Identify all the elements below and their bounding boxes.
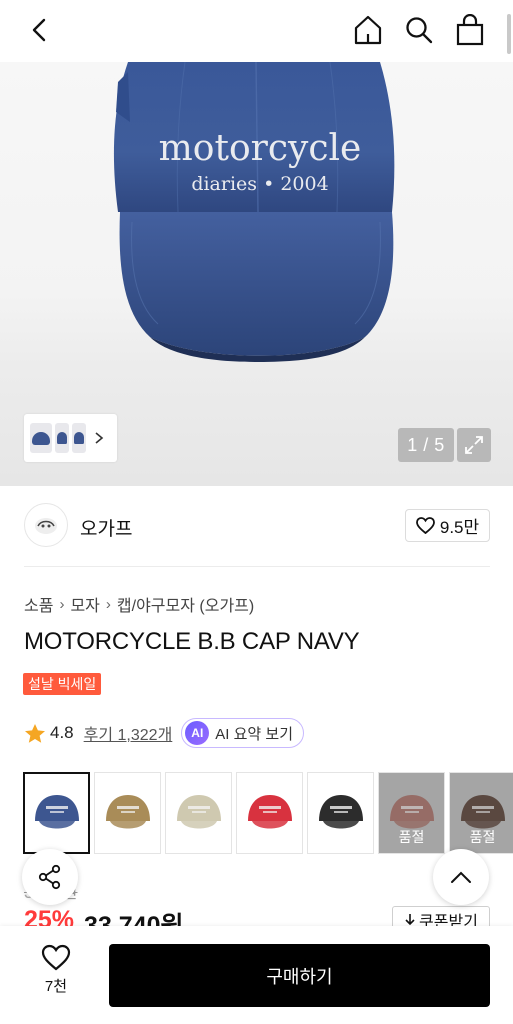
thumbnail-1[interactable]	[30, 423, 52, 453]
home-icon	[354, 15, 382, 45]
expand-icon	[465, 436, 483, 454]
expand-image-button[interactable]	[457, 428, 491, 462]
chevron-up-icon	[451, 871, 471, 883]
brand-like-button[interactable]: 9.5만	[405, 509, 490, 542]
buy-button[interactable]: 구매하기	[109, 944, 490, 1007]
share-icon	[38, 864, 61, 890]
chevron-left-icon	[32, 18, 46, 42]
thumbnail-2[interactable]	[55, 423, 69, 453]
cart-button[interactable]	[448, 8, 492, 52]
soldout-label: 품절	[398, 829, 425, 845]
color-option-2[interactable]	[94, 772, 161, 854]
scrollbar[interactable]	[507, 14, 511, 54]
image-page-counter: 1 / 5	[398, 428, 454, 462]
soldout-label: 품절	[469, 829, 496, 845]
color-option-5[interactable]	[307, 772, 374, 854]
image-thumbnail-strip[interactable]	[24, 414, 117, 462]
search-button[interactable]	[397, 8, 441, 52]
download-arrow-icon	[405, 914, 415, 926]
breadcrumb-item[interactable]: 캡/야구모자 (오가프)	[117, 592, 254, 616]
product-title: MOTORCYCLE B.B CAP NAVY	[24, 628, 360, 655]
wishlist-count: 7천	[44, 978, 68, 995]
cap-thumbnail-image	[318, 795, 363, 829]
chevron-right-icon[interactable]	[93, 431, 105, 445]
brand-row: 오가프 9.5만	[0, 486, 513, 566]
color-option-1[interactable]	[23, 772, 90, 854]
breadcrumb-separator-icon: ›	[59, 595, 65, 613]
share-button[interactable]	[22, 849, 78, 905]
scroll-top-button[interactable]	[433, 849, 489, 905]
color-options: 품절 품절	[23, 772, 513, 854]
ai-badge-icon: AI	[185, 721, 210, 745]
search-icon	[406, 17, 433, 44]
sale-badge: 설날 빅세일	[23, 673, 102, 695]
breadcrumb: 소품 › 모자 › 캡/야구모자 (오가프)	[24, 592, 254, 616]
cap-text-line-2: diaries • 2004	[191, 173, 328, 195]
ai-summary-button[interactable]: AI AI 요약 보기	[181, 718, 305, 748]
shopping-bag-icon	[456, 14, 484, 46]
cap-thumbnail-image	[34, 795, 79, 829]
product-image-carousel[interactable]: motorcycle diaries • 2004 1 / 5	[0, 62, 513, 486]
cap-text-line-1: motorcycle	[159, 128, 362, 169]
brand-logo[interactable]	[24, 503, 68, 547]
color-option-4[interactable]	[236, 772, 303, 854]
divider	[24, 566, 490, 567]
cap-thumbnail-image	[247, 795, 292, 829]
cap-thumbnail-image	[105, 795, 150, 829]
wishlist-button[interactable]: 7천	[24, 944, 88, 1008]
review-count-link[interactable]: 후기 1,322개	[84, 721, 173, 745]
ai-summary-label: AI 요약 보기	[215, 725, 294, 743]
top-header	[0, 0, 513, 62]
color-option-7[interactable]: 품절	[449, 772, 513, 854]
rating-value: 4.8	[50, 723, 74, 742]
heart-icon	[41, 944, 71, 971]
cap-thumbnail-image	[176, 795, 221, 829]
brand-like-count: 9.5만	[439, 518, 480, 537]
breadcrumb-item[interactable]: 모자	[70, 592, 99, 616]
rating-row: 4.8 후기 1,322개 AI AI 요약 보기	[24, 718, 305, 748]
breadcrumb-separator-icon: ›	[105, 595, 111, 613]
brand-logo-icon	[35, 518, 57, 534]
color-option-6[interactable]: 품절	[378, 772, 445, 854]
breadcrumb-item[interactable]: 소품	[24, 592, 53, 616]
bottom-action-bar: 7천 구매하기	[0, 926, 513, 1024]
thumbnail-3[interactable]	[72, 423, 86, 453]
star-icon	[25, 723, 45, 743]
color-option-3[interactable]	[165, 772, 232, 854]
home-button[interactable]	[346, 8, 390, 52]
back-button[interactable]	[18, 8, 62, 52]
heart-icon	[415, 517, 435, 534]
brand-name[interactable]: 오가프	[80, 514, 132, 541]
